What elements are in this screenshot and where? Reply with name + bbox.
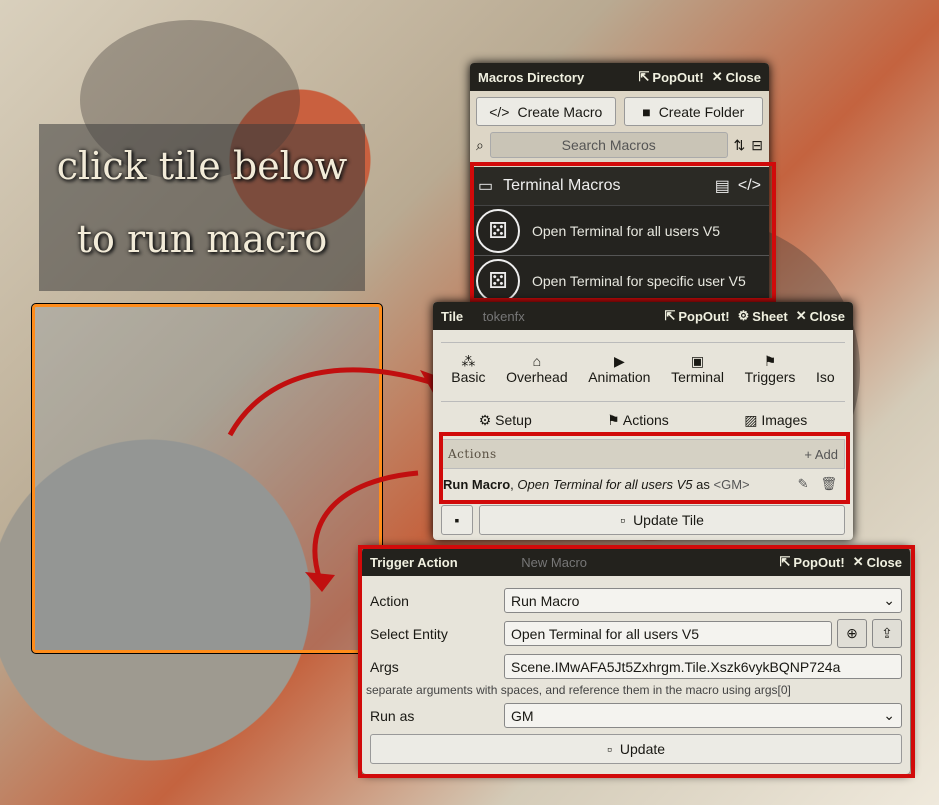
save-icon: ▫ <box>606 741 612 757</box>
tab-overhead[interactable]: ⌂ Overhead <box>506 353 567 401</box>
dice-icon: ⚄ <box>476 208 520 253</box>
trigger-action-header: Trigger Action New Macro ⇱ PopOut! ✕ Close <box>362 548 910 576</box>
save-icon: ▫ <box>620 512 626 528</box>
desktop-icon: ▣ <box>690 353 705 369</box>
tile-tabs: ⁂ Basic ⌂ Overhead ▶ Animation ▣ Terminal ⚑ T… <box>441 342 845 402</box>
folder-name: Terminal Macros <box>503 177 621 194</box>
save-icon: ▪ <box>454 512 460 528</box>
macro-item[interactable]: ⚄ Open Terminal for specific user V5 <box>470 256 769 303</box>
create-macro-in-folder-icon[interactable]: </> <box>738 177 761 195</box>
arrow-head <box>305 572 335 592</box>
create-subfolder-icon[interactable]: ▤ <box>715 176 730 196</box>
collapse-folders-icon[interactable]: ⊟ <box>751 137 763 154</box>
tab-triggers[interactable]: ⚑ Triggers <box>745 353 796 401</box>
action-select[interactable]: Run Macro ⌄ <box>504 588 902 613</box>
save-icon-button[interactable]: ▪ <box>441 505 473 535</box>
home-icon: ⌂ <box>532 353 542 369</box>
args-input[interactable]: Scene.IMwAFA5Jt5Zxhrgm.Tile.Xszk6vykBQNP… <box>504 654 902 679</box>
trash-icon[interactable]: 🗑 <box>820 476 837 492</box>
folder-header[interactable]: ▭ Terminal Macros ▤ </> <box>470 167 769 206</box>
gear-icon: ⚙ <box>737 308 750 323</box>
popout-button[interactable]: ⇱ PopOut! <box>780 554 845 570</box>
hidden-macro-name: New Macro <box>521 554 588 570</box>
macro-item[interactable]: ⚄ Open Terminal for all users V5 <box>470 206 769 256</box>
create-folder-button[interactable]: ■ Create Folder <box>623 97 763 126</box>
folder-terminal-macros: ▭ Terminal Macros ▤ </> ⚄ Open Terminal … <box>470 167 769 303</box>
update-button[interactable]: ▫ Update <box>370 734 902 764</box>
close-icon: ✕ <box>711 69 723 84</box>
external-link-icon: ⇱ <box>664 308 676 323</box>
folder-icon: ■ <box>642 103 651 120</box>
trigger-action-window: Trigger Action New Macro ⇱ PopOut! ✕ Close… <box>362 548 910 774</box>
macro-item-label: Open Terminal for specific user V5 <box>532 272 746 289</box>
args-hint: separate arguments with spaces, and refe… <box>366 683 791 697</box>
entity-label: Select Entity <box>370 625 448 642</box>
code-icon: </> <box>489 103 510 120</box>
close-icon: ✕ <box>795 308 807 323</box>
sheet-button[interactable]: ⚙ Sheet <box>738 308 788 324</box>
window-title: Tile tokenfx <box>441 308 525 324</box>
tile-config-window: Tile tokenfx ⇱ PopOut! ⚙ Sheet ✕ Close ⁂ Bas… <box>433 302 853 540</box>
upload-icon: ⇪ <box>881 625 893 641</box>
upload-button[interactable]: ⇪ <box>872 619 902 648</box>
edit-icon[interactable]: ✎ <box>798 476 809 492</box>
play-icon: ▶ <box>613 353 625 369</box>
add-action-button[interactable]: + Add <box>804 447 838 462</box>
trigger-subtabs: ⚙ Setup ⚑ Actions ▨ Images <box>441 406 845 435</box>
chevron-down-icon: ⌄ <box>883 592 895 608</box>
tile-config-header: Tile tokenfx ⇱ PopOut! ⚙ Sheet ✕ Close <box>433 302 853 330</box>
actions-panel: Actions + Add Run Macro, Open Terminal f… <box>441 439 845 499</box>
subtab-setup[interactable]: ⚙ Setup <box>479 412 532 429</box>
search-input[interactable]: Search Macros <box>489 132 728 158</box>
folder-open-icon: ▭ <box>478 178 494 195</box>
subtab-actions[interactable]: ⚑ Actions <box>607 412 669 429</box>
arrow-to-tile-actions <box>227 367 441 437</box>
action-runas: <GM> <box>713 476 750 492</box>
cubes-icon: ⁂ <box>461 353 476 369</box>
create-macro-button[interactable]: </> Create Macro <box>476 97 616 126</box>
entity-input[interactable]: Open Terminal for all users V5 <box>504 621 832 646</box>
close-button[interactable]: ✕ Close <box>853 554 902 570</box>
dice-icon: ⚄ <box>476 258 520 303</box>
gear-icon: ⚙ <box>478 411 492 428</box>
popout-button[interactable]: ⇱ PopOut! <box>664 308 729 324</box>
action-target: Open Terminal for all users V5 <box>517 476 693 492</box>
running-icon: ⚑ <box>607 411 620 428</box>
popout-button[interactable]: ⇱ PopOut! <box>639 69 704 85</box>
action-type: Run Macro <box>443 476 511 492</box>
tab-animation[interactable]: ▶ Animation <box>588 353 650 401</box>
args-label: Args <box>370 658 399 675</box>
actions-heading: Actions <box>448 447 497 461</box>
crosshairs-icon: ⊕ <box>846 625 858 641</box>
action-label: Action <box>370 592 409 609</box>
close-icon: ✕ <box>852 554 864 569</box>
close-button[interactable]: ✕ Close <box>712 69 761 85</box>
window-title: Macros Directory <box>478 69 585 85</box>
runas-select[interactable]: GM ⌄ <box>504 703 902 728</box>
macro-item-label: Open Terminal for all users V5 <box>532 222 721 239</box>
tab-iso[interactable]: Iso <box>816 353 835 401</box>
sort-icon[interactable]: ⇅ <box>734 137 746 154</box>
action-row: Run Macro, Open Terminal for all users V… <box>443 476 837 492</box>
running-icon: ⚑ <box>763 353 777 369</box>
window-title: Trigger Action New Macro <box>370 554 588 570</box>
tab-terminal[interactable]: ▣ Terminal <box>671 353 724 401</box>
tab-basic[interactable]: ⁂ Basic <box>451 353 485 401</box>
macros-directory-window: Macros Directory ⇱ PopOut! ✕ Close </> Crea… <box>470 63 769 303</box>
select-entity-button[interactable]: ⊕ <box>837 619 867 648</box>
external-link-icon: ⇱ <box>779 554 791 569</box>
search-icon: ⌕ <box>476 136 484 153</box>
external-link-icon: ⇱ <box>638 69 650 84</box>
update-tile-button[interactable]: ▫ Update Tile <box>479 505 845 535</box>
chevron-down-icon: ⌄ <box>883 707 895 723</box>
close-button[interactable]: ✕ Close <box>796 308 845 324</box>
macros-directory-header: Macros Directory ⇱ PopOut! ✕ Close <box>470 63 769 91</box>
runas-label: Run as <box>370 707 415 724</box>
subtab-images[interactable]: ▨ Images <box>744 412 807 429</box>
hidden-macro-name: tokenfx <box>482 308 525 324</box>
image-icon: ▨ <box>744 411 758 428</box>
